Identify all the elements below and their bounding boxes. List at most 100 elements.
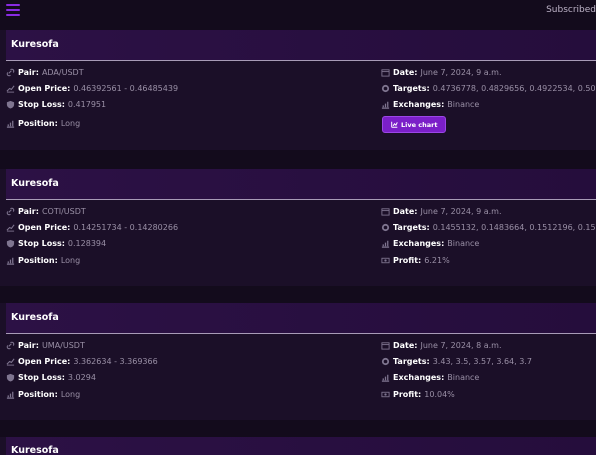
card-header: Kuresofa bbox=[6, 30, 596, 61]
top-bar: Subscribed bbox=[0, 0, 596, 22]
open-price-row: Open Price: 0.46392561 - 0.46485439 bbox=[6, 84, 178, 93]
exchanges-value: Binance bbox=[447, 373, 480, 382]
bar-chart-icon bbox=[381, 101, 390, 109]
exchanges-row: Exchanges: Binance bbox=[381, 100, 479, 109]
stop-loss-value: 0.128394 bbox=[67, 239, 107, 248]
exchanges-label: Exchanges: bbox=[393, 100, 445, 109]
targets-label: Targets: bbox=[393, 84, 430, 93]
position-value: Long bbox=[60, 119, 81, 128]
card-title: Kuresofa bbox=[11, 178, 59, 189]
stop-loss-row: Stop Loss: 0.128394 bbox=[6, 239, 106, 248]
date-value: June 7, 2024, 8 a.m. bbox=[420, 341, 502, 350]
card-header: Kuresofa bbox=[6, 303, 596, 334]
stop-loss-row: Stop Loss: 0.417951 bbox=[6, 100, 106, 109]
date-value: June 7, 2024, 9 a.m. bbox=[420, 207, 502, 216]
profit-value: 6.21% bbox=[424, 256, 450, 265]
targets-row: Targets: 3.43, 3.5, 3.57, 3.64, 3.7 bbox=[381, 357, 532, 366]
open-price-label: Open Price: bbox=[18, 223, 71, 232]
targets-label: Targets: bbox=[393, 223, 430, 232]
targets-row: Targets: 0.1455132, 0.1483664, 0.1512196… bbox=[381, 223, 596, 232]
exchanges-value: Binance bbox=[447, 239, 480, 248]
pair-value: ADA/USDT bbox=[41, 68, 84, 77]
open-price-row: Open Price: 3.362634 - 3.369366 bbox=[6, 357, 158, 366]
bar-chart-icon bbox=[6, 391, 15, 399]
target-icon bbox=[381, 223, 390, 232]
card-header: Kuresofa bbox=[6, 169, 596, 200]
date-row: Date: June 7, 2024, 9 a.m. bbox=[381, 207, 502, 216]
pair-label: Pair: bbox=[18, 341, 39, 350]
stop-loss-label: Stop Loss: bbox=[18, 239, 65, 248]
calendar-icon bbox=[381, 69, 390, 77]
pair-label: Pair: bbox=[18, 207, 39, 216]
position-row: Position: Long bbox=[6, 119, 80, 128]
position-value: Long bbox=[60, 256, 81, 265]
stop-loss-value: 0.417951 bbox=[67, 100, 107, 109]
open-price-value: 0.46392561 - 0.46485439 bbox=[73, 84, 179, 93]
signal-card: Kuresofa Pair: ADA/USDT Open Price: 0.46… bbox=[0, 30, 596, 150]
open-price-label: Open Price: bbox=[18, 84, 71, 93]
position-label: Position: bbox=[18, 256, 58, 265]
bar-chart-icon bbox=[381, 240, 390, 248]
bar-chart-icon bbox=[6, 257, 15, 265]
live-chart-button[interactable]: Live chart bbox=[382, 116, 447, 133]
link-icon bbox=[6, 68, 15, 77]
date-label: Date: bbox=[393, 341, 418, 350]
chart-icon bbox=[391, 121, 398, 128]
open-price-value: 0.14251734 - 0.14280266 bbox=[73, 223, 179, 232]
pair-row: Pair: UMA/USDT bbox=[6, 341, 85, 350]
signal-card: Kuresofa Pair: UMA/USDT Open Price: 3.36… bbox=[0, 303, 596, 420]
card-title: Kuresofa bbox=[11, 39, 59, 50]
targets-value: 3.43, 3.5, 3.57, 3.64, 3.7 bbox=[432, 357, 532, 366]
shield-icon bbox=[6, 373, 15, 382]
targets-label: Targets: bbox=[393, 357, 430, 366]
bar-chart-icon bbox=[381, 374, 390, 382]
open-price-row: Open Price: 0.14251734 - 0.14280266 bbox=[6, 223, 178, 232]
target-icon bbox=[381, 357, 390, 366]
open-price-label: Open Price: bbox=[18, 357, 71, 366]
trend-icon bbox=[6, 85, 15, 93]
money-icon bbox=[381, 391, 390, 398]
profit-row: Profit: 6.21% bbox=[381, 256, 450, 265]
card-title: Kuresofa bbox=[11, 445, 59, 455]
stop-loss-label: Stop Loss: bbox=[18, 100, 65, 109]
profit-row: Profit: 10.04% bbox=[381, 390, 455, 399]
targets-row: Targets: 0.4736778, 0.4829656, 0.4922534… bbox=[381, 84, 596, 93]
link-icon bbox=[6, 341, 15, 350]
hamburger-menu-icon[interactable] bbox=[6, 4, 20, 16]
date-value: June 7, 2024, 9 a.m. bbox=[420, 68, 502, 77]
exchanges-value: Binance bbox=[447, 100, 480, 109]
pair-value: UMA/USDT bbox=[41, 341, 85, 350]
targets-value: 0.4736778, 0.4829656, 0.4922534, 0.50154… bbox=[432, 84, 596, 93]
date-row: Date: June 7, 2024, 8 a.m. bbox=[381, 341, 502, 350]
subscribed-link[interactable]: Subscribed bbox=[546, 5, 596, 15]
exchanges-row: Exchanges: Binance bbox=[381, 373, 479, 382]
profit-value: 10.04% bbox=[424, 390, 455, 399]
calendar-icon bbox=[381, 342, 390, 350]
exchanges-row: Exchanges: Binance bbox=[381, 239, 479, 248]
stop-loss-label: Stop Loss: bbox=[18, 373, 65, 382]
live-chart-label: Live chart bbox=[401, 120, 438, 129]
bar-chart-icon bbox=[6, 120, 15, 128]
money-icon bbox=[381, 257, 390, 264]
profit-label: Profit: bbox=[393, 256, 422, 265]
targets-value: 0.1455132, 0.1483664, 0.1512196, 0.15407… bbox=[432, 223, 596, 232]
shield-icon bbox=[6, 239, 15, 248]
trend-icon bbox=[6, 358, 15, 366]
card-title: Kuresofa bbox=[11, 312, 59, 323]
exchanges-label: Exchanges: bbox=[393, 239, 445, 248]
position-row: Position: Long bbox=[6, 390, 80, 399]
card-header: Kuresofa bbox=[6, 437, 596, 455]
exchanges-label: Exchanges: bbox=[393, 373, 445, 382]
date-label: Date: bbox=[393, 68, 418, 77]
position-label: Position: bbox=[18, 119, 58, 128]
trend-icon bbox=[6, 224, 15, 232]
target-icon bbox=[381, 84, 390, 93]
stop-loss-value: 3.0294 bbox=[67, 373, 96, 382]
position-row: Position: Long bbox=[6, 256, 80, 265]
position-label: Position: bbox=[18, 390, 58, 399]
pair-row: Pair: COTI/USDT bbox=[6, 207, 86, 216]
calendar-icon bbox=[381, 208, 390, 216]
stop-loss-row: Stop Loss: 3.0294 bbox=[6, 373, 96, 382]
open-price-value: 3.362634 - 3.369366 bbox=[73, 357, 158, 366]
date-label: Date: bbox=[393, 207, 418, 216]
